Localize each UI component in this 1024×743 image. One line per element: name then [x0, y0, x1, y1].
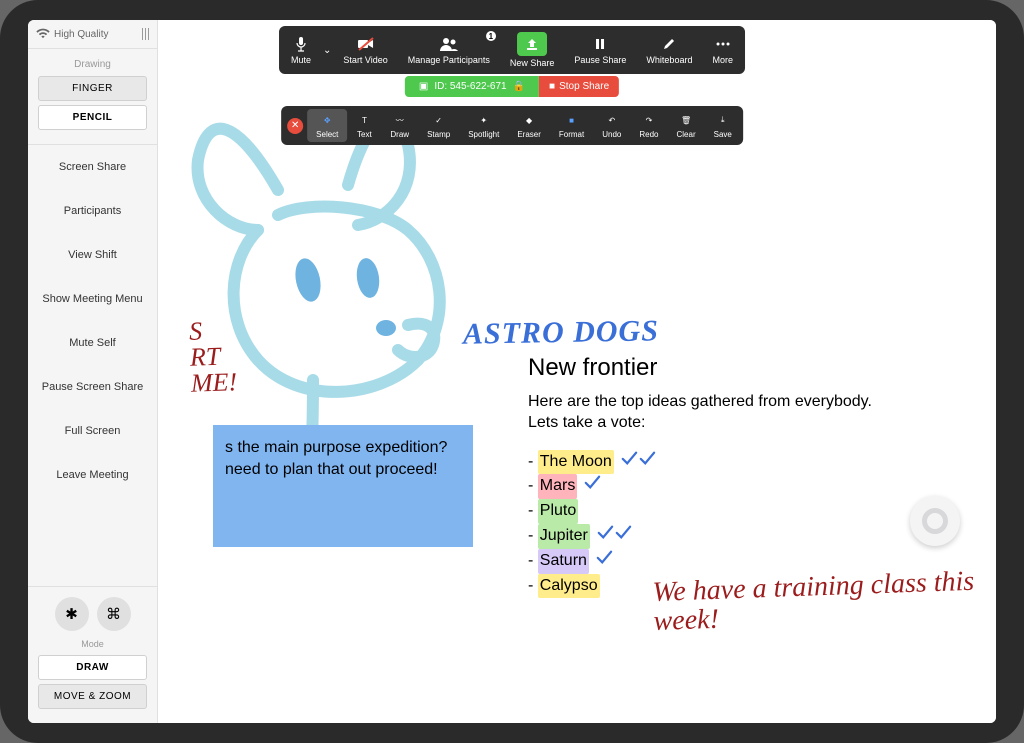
start-video-button[interactable]: Start Video	[333, 33, 397, 67]
handwriting-right: We have a training class this week!	[652, 566, 996, 637]
wifi-icon	[36, 29, 50, 39]
screen: High Quality Drawing FINGER PENCIL Scree…	[28, 20, 996, 723]
sidebar-menu: Screen Share Participants View Shift Sho…	[28, 145, 157, 586]
sidebar-item-view-shift[interactable]: View Shift	[28, 233, 157, 277]
sidebar-toggle-icon[interactable]	[142, 28, 149, 40]
redo-icon: ↷	[641, 112, 657, 128]
sidebar-top: High Quality	[28, 20, 157, 49]
pause-share-button[interactable]: Pause Share	[564, 33, 636, 67]
lock-icon: 🔒	[513, 81, 525, 92]
draw-tool[interactable]: 〰Draw	[381, 109, 418, 142]
eraser-icon: ◆	[521, 112, 537, 128]
sidebar: High Quality Drawing FINGER PENCIL Scree…	[28, 20, 158, 723]
stop-icon: ■	[549, 81, 555, 92]
heading: New frontier	[528, 354, 898, 382]
sidebar-item-show-meeting-menu[interactable]: Show Meeting Menu	[28, 277, 157, 321]
finger-button[interactable]: FINGER	[38, 76, 147, 101]
sidebar-item-participants[interactable]: Participants	[28, 189, 157, 233]
new-share-button[interactable]: New Share	[500, 30, 565, 70]
save-button[interactable]: ⤓Save	[705, 109, 741, 142]
typed-content: New frontier Here are the top ideas gath…	[528, 354, 898, 598]
stamp-tool[interactable]: ✓Stamp	[418, 109, 459, 142]
more-button[interactable]: More	[702, 33, 743, 67]
list-item: - The Moon	[528, 450, 898, 475]
remote-icon: ▣	[419, 81, 428, 92]
gear-icon: ✱	[65, 605, 78, 623]
sidebar-item-mute-self[interactable]: Mute Self	[28, 321, 157, 365]
meeting-id: ▣ ID: 545-622-671 🔒	[405, 76, 539, 97]
mode-label: Mode	[38, 639, 147, 649]
spotlight-icon: ✦	[476, 112, 492, 128]
drawing-label: Drawing	[38, 59, 147, 70]
redo-button[interactable]: ↷Redo	[630, 109, 667, 142]
sidebar-item-leave-meeting[interactable]: Leave Meeting	[28, 453, 157, 497]
video-off-icon	[357, 35, 375, 53]
share-up-icon	[523, 35, 541, 53]
pause-icon	[591, 35, 609, 53]
sidebar-bottom: ✱ ⌘ Mode DRAW MOVE & ZOOM	[28, 586, 157, 723]
text-icon: T	[356, 112, 372, 128]
list-item: - Pluto	[528, 499, 898, 524]
ipad-frame: High Quality Drawing FINGER PENCIL Scree…	[0, 0, 1024, 743]
select-tool[interactable]: ✥Select	[307, 109, 347, 142]
participants-icon	[440, 35, 458, 53]
list-item: - Mars	[528, 474, 898, 499]
sidebar-item-screen-share[interactable]: Screen Share	[28, 145, 157, 189]
chevron-down-icon: ⌄	[323, 45, 331, 56]
blue-note-box: s the main purpose expedition? need to p…	[213, 425, 473, 547]
eraser-tool[interactable]: ◆Eraser	[508, 109, 550, 142]
undo-icon: ↶	[604, 112, 620, 128]
close-annotation-button[interactable]: ✕	[287, 118, 303, 134]
floating-control-button[interactable]	[910, 496, 960, 546]
connection-quality: High Quality	[54, 29, 108, 40]
settings-button[interactable]: ✱	[55, 597, 89, 631]
more-icon	[714, 35, 732, 53]
annotation-toolbar: ✕ ✥Select TText 〰Draw ✓Stamp ✦Spotlight …	[281, 106, 743, 145]
spotlight-tool[interactable]: ✦Spotlight	[459, 109, 508, 142]
share-info-bar: ▣ ID: 545-622-671 🔒 ■ Stop Share	[405, 76, 619, 97]
sidebar-item-pause-screen-share[interactable]: Pause Screen Share	[28, 365, 157, 409]
sidebar-item-full-screen[interactable]: Full Screen	[28, 409, 157, 453]
draw-mode-button[interactable]: DRAW	[38, 655, 147, 680]
manage-participants-button[interactable]: 1 Manage Participants	[398, 33, 500, 67]
command-icon: ⌘	[106, 605, 121, 623]
format-tool[interactable]: ■Format	[550, 109, 593, 142]
draw-icon: 〰	[392, 112, 408, 128]
command-button[interactable]: ⌘	[97, 597, 131, 631]
save-icon: ⤓	[715, 112, 731, 128]
format-icon: ■	[564, 112, 580, 128]
text-tool[interactable]: TText	[347, 109, 381, 142]
move-icon: ✥	[319, 112, 335, 128]
move-zoom-mode-button[interactable]: MOVE & ZOOM	[38, 684, 147, 709]
list-item: - Jupiter	[528, 524, 898, 549]
microphone-icon	[292, 35, 310, 53]
mute-button[interactable]: Mute	[281, 33, 321, 67]
mute-chevron[interactable]: ⌄	[321, 43, 333, 58]
intro-text: Here are the top ideas gathered from eve…	[528, 392, 898, 434]
handwriting-left: S RT ME!	[189, 317, 238, 397]
drawing-section: Drawing FINGER PENCIL	[28, 49, 157, 145]
trash-icon: 🗑	[678, 112, 694, 128]
pencil-icon	[660, 35, 678, 53]
stop-share-button[interactable]: ■ Stop Share	[539, 76, 619, 97]
participant-count-badge: 1	[486, 31, 496, 41]
clear-button[interactable]: 🗑Clear	[667, 109, 704, 142]
whiteboard-button[interactable]: Whiteboard	[636, 33, 702, 67]
handwritten-title: ASTRO DOGS	[463, 314, 659, 351]
pencil-button[interactable]: PENCIL	[38, 105, 147, 130]
undo-button[interactable]: ↶Undo	[593, 109, 630, 142]
stamp-icon: ✓	[431, 112, 447, 128]
zoom-toolbar: Mute ⌄ Start Video 1 Manage Participants…	[279, 26, 745, 74]
circle-icon	[922, 508, 948, 534]
